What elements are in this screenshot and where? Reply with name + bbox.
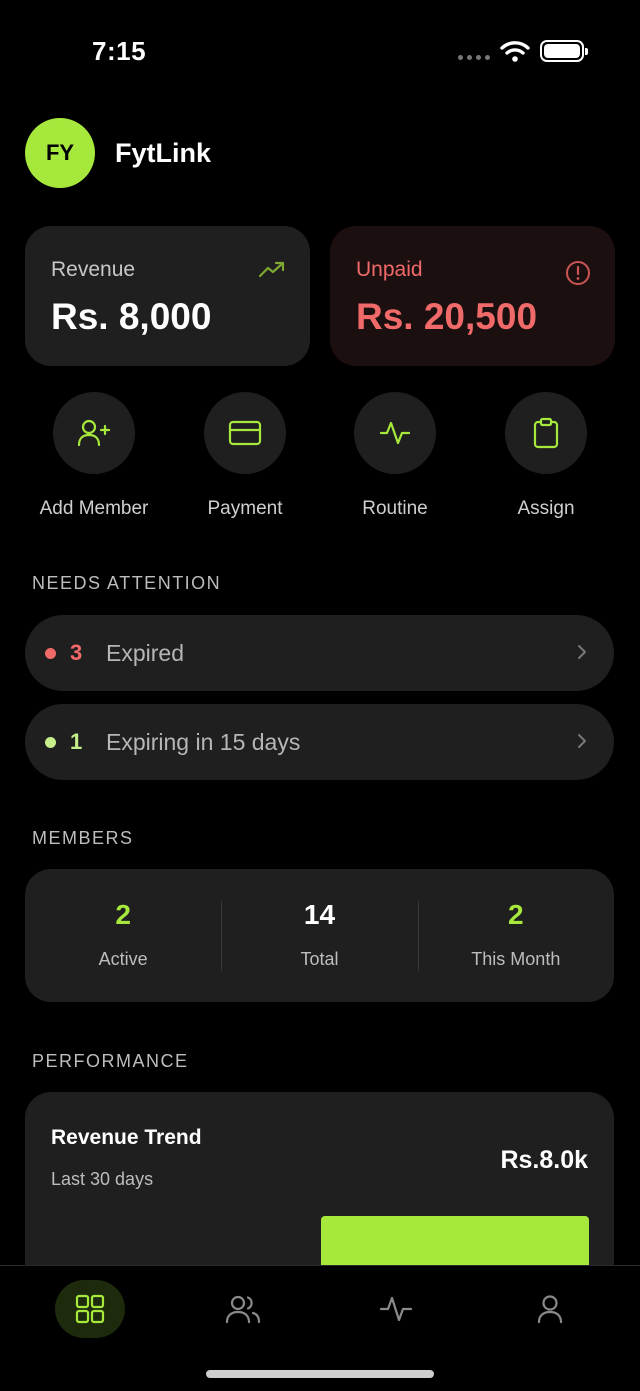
tab-activity[interactable] bbox=[361, 1280, 431, 1338]
member-stat-label: Active bbox=[98, 949, 148, 969]
profile-icon bbox=[537, 1295, 563, 1324]
section-title-performance: PERFORMANCE bbox=[32, 1051, 189, 1071]
members-card: 2 Active 14 Total 2 This Month bbox=[25, 869, 614, 1002]
action-label: Assign bbox=[517, 498, 575, 519]
activity-icon bbox=[379, 421, 411, 445]
action-assign[interactable]: Assign bbox=[466, 392, 626, 520]
member-stat-label: Total bbox=[300, 949, 339, 969]
member-stat-active[interactable]: 2 Active bbox=[25, 869, 221, 1002]
action-add-member[interactable]: Add Member bbox=[14, 392, 174, 520]
tab-members[interactable] bbox=[208, 1280, 278, 1338]
grid-icon bbox=[75, 1294, 105, 1324]
revenue-trend-subtitle: Last 30 days bbox=[51, 1169, 154, 1189]
avatar[interactable]: FY bbox=[25, 118, 95, 188]
section-title-members: MEMBERS bbox=[32, 828, 134, 848]
attention-count: 1 bbox=[70, 729, 83, 754]
activity-icon bbox=[379, 1296, 413, 1322]
battery-icon bbox=[540, 40, 588, 62]
assign-button[interactable] bbox=[505, 392, 587, 474]
revenue-value: Rs. 8,000 bbox=[51, 296, 212, 337]
payment-button[interactable] bbox=[204, 392, 286, 474]
clipboard-icon bbox=[533, 417, 559, 449]
unpaid-value: Rs. 20,500 bbox=[356, 296, 538, 337]
trending-up-icon bbox=[258, 261, 285, 278]
card-icon bbox=[228, 420, 262, 446]
action-label: Add Member bbox=[39, 498, 149, 519]
attention-row-expired[interactable]: 3 Expired bbox=[25, 615, 614, 691]
chevron-right-icon bbox=[578, 734, 586, 748]
revenue-trend-card[interactable]: Revenue Trend Last 30 days Rs.8.0k bbox=[25, 1092, 614, 1292]
tab-dashboard[interactable] bbox=[55, 1280, 125, 1338]
attention-text: Expiring in 15 days bbox=[106, 728, 301, 755]
revenue-card[interactable]: Revenue Rs. 8,000 bbox=[25, 226, 310, 366]
member-stat-total[interactable]: 14 Total bbox=[221, 869, 417, 1002]
action-label: Payment bbox=[207, 498, 283, 519]
cellular-icon bbox=[458, 55, 490, 60]
action-payment[interactable]: Payment bbox=[165, 392, 325, 520]
attention-text: Expired bbox=[106, 639, 184, 666]
alert-circle-icon bbox=[566, 261, 590, 285]
revenue-trend-value: Rs.8.0k bbox=[500, 1146, 588, 1174]
member-stat-value: 2 bbox=[508, 899, 524, 930]
revenue-trend-title: Revenue Trend bbox=[51, 1126, 202, 1149]
add-member-button[interactable] bbox=[53, 392, 135, 474]
member-stat-label: This Month bbox=[471, 949, 561, 969]
home-indicator[interactable] bbox=[206, 1370, 434, 1378]
users-icon bbox=[225, 1295, 261, 1324]
action-routine[interactable]: Routine bbox=[315, 392, 475, 520]
unpaid-label: Unpaid bbox=[356, 258, 423, 281]
brand-title: FytLink bbox=[115, 137, 212, 168]
status-time: 7:15 bbox=[92, 36, 147, 66]
wifi-icon bbox=[500, 41, 530, 62]
app-header: FY FytLink bbox=[25, 118, 211, 188]
action-label: Routine bbox=[362, 498, 428, 519]
add-user-icon bbox=[77, 419, 111, 447]
section-title-attention: NEEDS ATTENTION bbox=[32, 573, 222, 593]
revenue-label: Revenue bbox=[51, 258, 136, 281]
member-stat-this-month[interactable]: 2 This Month bbox=[417, 869, 614, 1002]
routine-button[interactable] bbox=[354, 392, 436, 474]
attention-row-expiring[interactable]: 1 Expiring in 15 days bbox=[25, 704, 614, 780]
status-dot bbox=[45, 736, 56, 748]
chevron-right-icon bbox=[578, 645, 586, 659]
unpaid-card[interactable]: Unpaid Rs. 20,500 bbox=[330, 226, 615, 366]
status-bar: 7:15 bbox=[0, 0, 640, 100]
tab-profile[interactable] bbox=[515, 1280, 585, 1338]
member-stat-value: 14 bbox=[303, 899, 336, 930]
status-dot bbox=[45, 647, 56, 659]
member-stat-value: 2 bbox=[115, 899, 131, 930]
attention-count: 3 bbox=[70, 640, 83, 665]
